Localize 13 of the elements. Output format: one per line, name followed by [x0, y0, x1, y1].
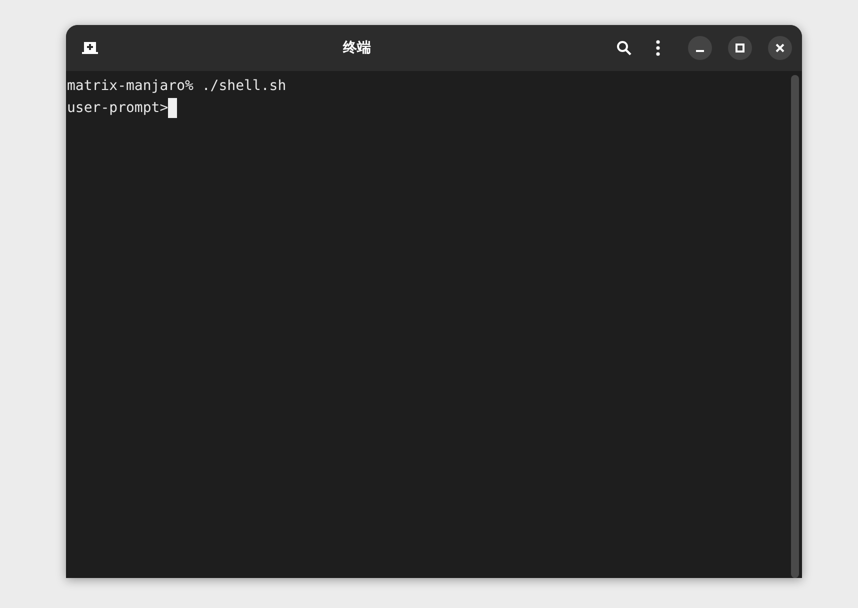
maximize-button[interactable]	[728, 36, 752, 60]
maximize-icon	[735, 43, 745, 53]
new-tab-icon	[82, 41, 98, 55]
terminal-line: user-prompt>	[67, 99, 168, 118]
scrollbar[interactable]	[791, 75, 799, 578]
window-title: 终端	[342, 38, 372, 58]
search-icon	[616, 40, 632, 56]
close-button[interactable]	[768, 36, 792, 60]
menu-icon	[656, 40, 660, 56]
minimize-icon	[696, 50, 704, 52]
close-icon	[775, 43, 785, 53]
minimize-button[interactable]	[688, 36, 712, 60]
terminal-line: matrix-manjaro% ./shell.sh	[67, 77, 286, 96]
